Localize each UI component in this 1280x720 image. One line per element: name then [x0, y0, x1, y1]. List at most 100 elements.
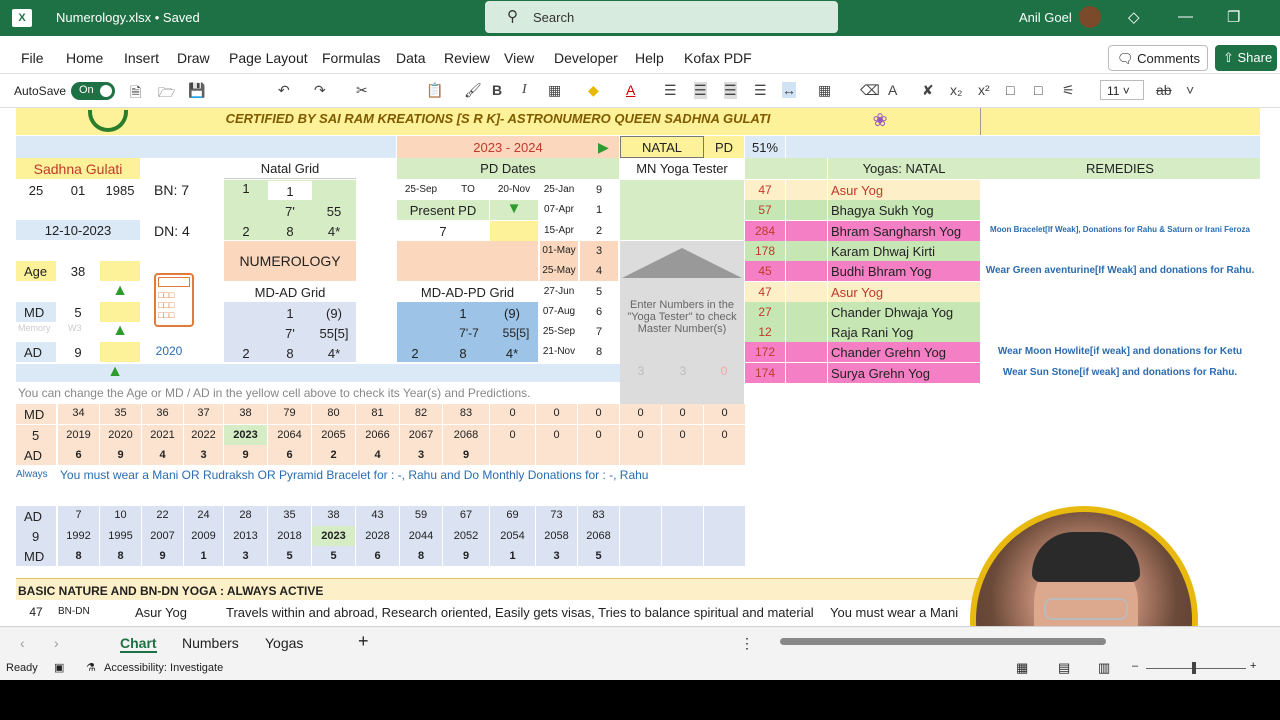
diamond-icon[interactable]: ◇ [1128, 8, 1140, 26]
yoga-tester-val-1[interactable]: 3 [620, 364, 662, 382]
next-sheet-icon[interactable]: › [54, 635, 59, 651]
menu-page-layout[interactable]: Page Layout [229, 50, 308, 66]
share-button[interactable]: ⇧ Share [1215, 45, 1277, 71]
align-top-icon[interactable]: ☰ [664, 82, 677, 99]
yoga-tester-val-2[interactable]: 3 [662, 364, 704, 382]
zoom-slider[interactable] [1146, 668, 1246, 669]
menu-data[interactable]: Data [396, 50, 426, 66]
dob-month[interactable]: 01 [58, 180, 98, 200]
merge-icon[interactable]: ↔ [782, 82, 796, 98]
undo-icon[interactable]: ↶ [278, 82, 290, 99]
menu-formulas[interactable]: Formulas [322, 50, 380, 66]
add-sheet-icon[interactable]: + [358, 631, 369, 652]
cut-icon[interactable]: ✂ [356, 82, 368, 99]
paste-icon[interactable]: 📋 [426, 82, 443, 99]
menu-file[interactable]: File [21, 50, 44, 66]
more-sheets-icon[interactable]: ⋮ [740, 635, 754, 652]
search-box[interactable]: ⚲ Search [485, 1, 838, 33]
align-right-icon[interactable]: ☰ [754, 82, 767, 99]
minimize-icon[interactable]: — [1178, 8, 1193, 25]
dob-day[interactable]: 25 [16, 180, 56, 200]
zoom-thumb[interactable] [1192, 662, 1196, 674]
md-year-8: 2067 [400, 425, 442, 445]
menu-help[interactable]: Help [635, 50, 664, 66]
menu-view[interactable]: View [504, 50, 534, 66]
macro-icon[interactable]: ▣ [54, 661, 64, 674]
avatar[interactable] [1079, 6, 1101, 28]
play-icon[interactable]: ▶ [598, 139, 614, 155]
menu-developer[interactable]: Developer [554, 50, 618, 66]
select-icon[interactable]: □ [1006, 82, 1014, 98]
pd-peach-block [397, 241, 538, 281]
menu-insert[interactable]: Insert [124, 50, 159, 66]
font-size-select[interactable]: 11 ˅ [1100, 80, 1144, 100]
wrap-icon[interactable]: □ [1034, 82, 1042, 98]
bold-icon[interactable]: B [492, 82, 502, 98]
accessibility-icon[interactable]: ⚗ [86, 661, 96, 674]
yoga-remedy-1 [980, 200, 1260, 220]
tab-yogas[interactable]: Yogas [265, 635, 303, 651]
page-break-icon[interactable]: ▥ [1098, 660, 1110, 676]
yoga-blank-6 [786, 302, 827, 322]
ad-table-h2[interactable]: 9 [16, 526, 56, 546]
menu-review[interactable]: Review [444, 50, 490, 66]
redo-icon[interactable]: ↷ [314, 82, 326, 99]
table-icon[interactable]: ▦ [818, 82, 831, 99]
tab-chart[interactable]: Chart [120, 635, 157, 653]
subscript-icon[interactable]: x₂ [950, 82, 962, 98]
styles-icon[interactable]: ⚟ [1062, 82, 1075, 99]
align-left-icon[interactable]: ☰ [694, 82, 707, 99]
file-name[interactable]: Numerology.xlsx • Saved [56, 10, 200, 25]
borders-icon[interactable]: ▦ [548, 82, 561, 99]
italic-icon[interactable]: I [522, 82, 527, 98]
page-layout-icon[interactable]: ▤ [1058, 660, 1070, 676]
comments-button[interactable]: 🗨 Comments [1108, 45, 1208, 71]
fill-color-icon[interactable]: ◆ [588, 82, 599, 99]
yoga-tester-val-3[interactable]: 0 [704, 364, 744, 382]
current-date[interactable]: 12-10-2023 [16, 220, 140, 240]
user-name[interactable]: Anil Goel [1019, 10, 1072, 25]
spreadsheet-grid[interactable]: CERTIFIED BY SAI RAM KREATIONS [S R K]- … [0, 108, 1280, 626]
superscript-icon[interactable]: x² [978, 82, 990, 98]
calculator-icon[interactable]: □□□ □□□ □□□ [154, 273, 194, 327]
zoom-out-icon[interactable]: – [1132, 660, 1138, 672]
autosave-toggle[interactable]: On [71, 82, 115, 100]
more-options-icon[interactable]: ˅ [1186, 82, 1194, 98]
natal-select[interactable]: NATAL [620, 136, 704, 158]
dob-year[interactable]: 1985 [100, 180, 140, 200]
md-table-h2[interactable]: 5 [16, 425, 56, 445]
yoga-tester-grid[interactable] [620, 180, 744, 240]
restore-icon[interactable]: ❐ [1227, 8, 1240, 26]
clear-format-icon[interactable]: ⌫ [860, 82, 880, 99]
menu-kofax-pdf[interactable]: Kofax PDF [684, 50, 752, 66]
person-name[interactable]: Sadhna Gulati [16, 158, 140, 179]
save-icon[interactable]: 💾 [188, 82, 205, 99]
age-input[interactable] [100, 261, 140, 281]
font-color-icon[interactable]: A [626, 82, 635, 98]
ad-value[interactable]: 9 [58, 342, 98, 362]
open-icon[interactable]: 🗁 [158, 82, 175, 106]
md-input[interactable] [100, 302, 140, 322]
menu-draw[interactable]: Draw [177, 50, 210, 66]
ad-md-14 [662, 546, 703, 566]
align-center-icon[interactable]: ☰ [724, 82, 737, 99]
prev-sheet-icon[interactable]: ‹ [20, 635, 25, 651]
md-value[interactable]: 5 [58, 302, 98, 322]
tab-numbers[interactable]: Numbers [182, 635, 239, 651]
horizontal-scrollbar[interactable] [780, 638, 1106, 645]
yoga-blank-7 [786, 322, 827, 342]
yoga-name-9: Surya Grehn Yog [828, 363, 980, 383]
strikethrough-icon[interactable]: ab [1156, 82, 1172, 98]
age-value[interactable]: 38 [58, 261, 98, 281]
menu-home[interactable]: Home [66, 50, 103, 66]
ad-input[interactable] [100, 342, 140, 362]
accessibility-status[interactable]: Accessibility: Investigate [104, 662, 223, 674]
zoom-in-icon[interactable]: + [1250, 660, 1256, 672]
present-pd-input[interactable] [490, 221, 538, 241]
increase-font-icon[interactable]: A [888, 82, 897, 98]
new-file-icon[interactable]: 🗎 [130, 82, 141, 106]
present-pd-value[interactable]: 7 [397, 221, 489, 241]
decrease-font-icon[interactable]: ✘ [922, 82, 934, 99]
format-painter-icon[interactable]: 🖌 [464, 82, 482, 99]
normal-view-icon[interactable]: ▦ [1016, 660, 1028, 676]
